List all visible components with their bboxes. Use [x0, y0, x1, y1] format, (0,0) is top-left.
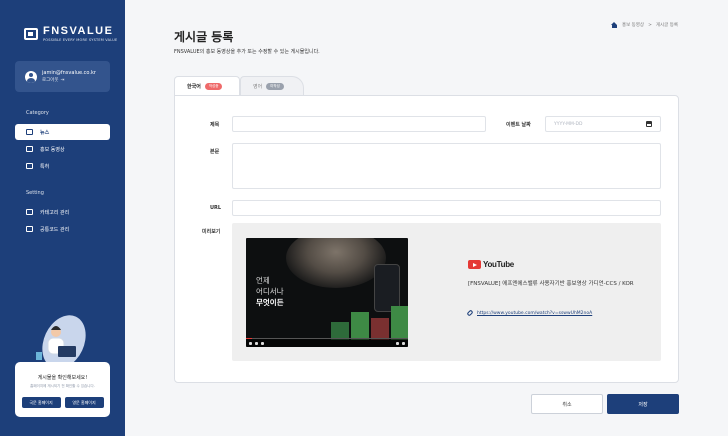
title-label: 제목: [210, 122, 220, 128]
logout-button[interactable]: 로그아웃 ⇥: [42, 77, 96, 84]
news-icon: [26, 129, 33, 135]
youtube-logo: YouTube: [468, 260, 514, 269]
help-subtitle: 홈페이지에 게시되기 전 확인할 수 있습니다.: [30, 384, 95, 388]
body-textarea[interactable]: [232, 143, 661, 189]
youtube-wordmark: YouTube: [483, 260, 514, 269]
korean-homepage-button[interactable]: 국문 홈페이지: [21, 397, 61, 408]
video-title: [FNSVALUE] 에프엔에스밸류 사용자기반 홍보영상 가디언-CCS / …: [468, 281, 634, 287]
breadcrumb-item[interactable]: 홍보 동영상: [622, 22, 644, 28]
event-date-input[interactable]: YYYY-MM-DD: [545, 116, 661, 132]
logo[interactable]: FNSVALUE POSSIBLE EVERY MORE SYSTEM VALU…: [24, 26, 117, 42]
sidebar-item-label: 공통코드 관리: [40, 226, 70, 233]
video-link[interactable]: https://www.youtube.com/watch?v=sswwUhM2…: [466, 309, 592, 317]
play-icon[interactable]: [249, 341, 252, 345]
sidebar-item-promo-video[interactable]: 홍보 동영상: [15, 141, 110, 157]
event-date-label: 이벤트 날짜: [506, 122, 531, 128]
sidebar-item-news[interactable]: 뉴스: [15, 124, 110, 140]
logo-mark-icon: [24, 28, 38, 40]
cancel-button[interactable]: 취소: [531, 394, 603, 414]
sidebar-item-label: 카테고리 관리: [40, 209, 70, 216]
video-icon: [26, 146, 33, 152]
preview-label: 미리보기: [202, 229, 221, 235]
logo-tagline: POSSIBLE EVERY MORE SYSTEM VALUE: [43, 38, 118, 42]
event-date-placeholder: YYYY-MM-DD: [554, 121, 583, 127]
sidebar-item-code-manage[interactable]: 공통코드 관리: [15, 221, 110, 237]
breadcrumb: 홍보 동영상 > 게시글 등록: [610, 22, 678, 28]
video-hand-image: [286, 238, 386, 288]
sidebar-item-label: 특허: [40, 163, 50, 170]
video-overlay-line: 언제: [256, 276, 270, 285]
tab-korean[interactable]: 한국어 작성중: [174, 76, 240, 96]
volume-icon[interactable]: [261, 341, 264, 345]
video-url[interactable]: https://www.youtube.com/watch?v=sswwUhM2…: [477, 311, 592, 316]
url-label: URL: [210, 205, 222, 211]
home-icon[interactable]: [610, 22, 618, 28]
next-icon[interactable]: [255, 341, 258, 345]
category-heading: Category: [26, 110, 49, 116]
link-icon: [466, 309, 474, 317]
url-input[interactable]: [232, 200, 661, 216]
help-card: 게시물을 확인해보세요! 홈페이지에 게시되기 전 확인할 수 있습니다. 국문…: [15, 362, 110, 417]
logout-icon: ⇥: [60, 77, 65, 83]
sidebar: FNSVALUE POSSIBLE EVERY MORE SYSTEM VALU…: [0, 0, 125, 436]
video-chart-graphic: [331, 300, 408, 340]
tab-label: 한국어: [187, 84, 201, 90]
video-overlay-line: 무엇이든: [256, 298, 284, 307]
category-icon: [26, 209, 33, 215]
help-title: 게시물을 확인해보세요!: [37, 375, 88, 381]
post-form: 제목 이벤트 날짜 YYYY-MM-DD 본문 URL 미리보기 언제 어디서나…: [174, 95, 679, 383]
code-icon: [26, 226, 33, 232]
setting-heading: Setting: [26, 190, 44, 196]
title-input[interactable]: [232, 116, 486, 132]
breadcrumb-separator: >: [648, 22, 652, 28]
video-overlay-text: 언제 어디서나 무엇이든: [256, 275, 284, 308]
video-thumbnail[interactable]: 언제 어디서나 무엇이든: [246, 238, 408, 347]
save-button[interactable]: 저장: [607, 394, 679, 414]
settings-icon[interactable]: [396, 341, 399, 345]
user-card: jamin@fnsvalue.co.kr 로그아웃 ⇥: [15, 61, 110, 92]
video-overlay-line: 어디서나: [256, 287, 284, 296]
user-email: jamin@fnsvalue.co.kr: [42, 70, 96, 76]
tab-label: 영어: [253, 84, 263, 90]
breadcrumb-current: 게시글 등록: [655, 23, 678, 28]
body-label: 본문: [210, 149, 220, 155]
user-avatar-icon: [25, 70, 37, 83]
logout-label: 로그아웃: [42, 78, 59, 83]
tab-english[interactable]: 영어 미작성: [240, 76, 304, 96]
page-description: FNSVALUE의 홍보 동영상을 추가 또는 수정할 수 있는 게시물입니다.: [174, 49, 320, 55]
status-badge: 작성중: [204, 83, 223, 90]
page-title: 게시글 등록: [174, 30, 234, 44]
sidebar-item-label: 홍보 동영상: [40, 146, 65, 153]
logo-name: FNSVALUE: [43, 25, 114, 37]
status-badge: 미작성: [266, 83, 284, 90]
preview-panel: 언제 어디서나 무엇이든 YouTube [FNSVALUE] 에프엔에스밸류 …: [232, 223, 661, 361]
fullscreen-icon[interactable]: [402, 341, 405, 345]
sidebar-item-category-manage[interactable]: 카테고리 관리: [15, 204, 110, 220]
sidebar-item-label: 뉴스: [40, 129, 50, 136]
youtube-play-icon: [468, 260, 481, 269]
sidebar-item-patent[interactable]: 특허: [15, 158, 110, 174]
video-controls[interactable]: [246, 339, 408, 347]
patent-icon: [26, 163, 33, 169]
english-homepage-button[interactable]: 영문 홈페이지: [64, 397, 104, 408]
calendar-icon[interactable]: [646, 121, 652, 127]
